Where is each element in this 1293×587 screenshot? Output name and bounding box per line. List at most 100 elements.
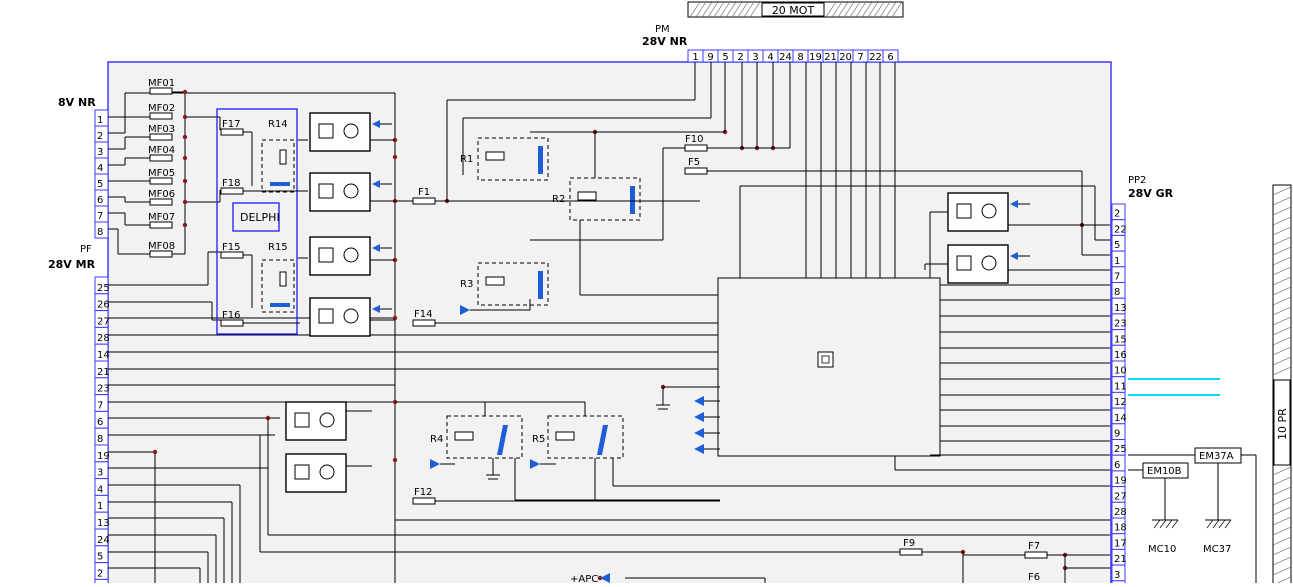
pin-label: 5 — [97, 179, 103, 190]
pin-label: 6 — [97, 195, 103, 206]
fuse-label: F18 — [222, 178, 240, 189]
pp2-name: PP2 — [1128, 175, 1146, 186]
pin-label: 22 — [869, 52, 882, 63]
fuse-label: MF01 — [148, 78, 175, 89]
pin-label: 13 — [97, 518, 110, 529]
fuse-label: MF05 — [148, 168, 175, 179]
chip-icon — [817, 351, 834, 368]
pin-label: 21 — [824, 52, 837, 63]
pin-label: 28 — [1114, 507, 1127, 518]
pin-label: 16 — [1114, 350, 1127, 361]
fuse-label: MF03 — [148, 124, 175, 135]
pp2-pin-strip: 2225178132315161011121492561927281817213… — [1111, 203, 1127, 587]
relay-r15-contact — [270, 303, 290, 307]
pin-label: 2 — [737, 52, 743, 63]
pin-label: 7 — [1114, 272, 1120, 283]
pin-label: 24 — [779, 52, 792, 63]
fuse-label: MF04 — [148, 145, 175, 156]
pp2-voltage: 28V GR — [1128, 187, 1174, 200]
pin-label: 27 — [97, 316, 110, 327]
pin-label: 12 — [1114, 397, 1127, 408]
left-top-pin-strip: 1 2 3 4 5 6 7 8 — [94, 109, 109, 239]
pin-label: 18 — [1114, 523, 1127, 534]
pin-label: 9 — [1114, 429, 1120, 440]
pin-label: 19 — [97, 451, 110, 462]
relay-label: R1 — [460, 154, 473, 165]
apc-label: +APC — [570, 574, 598, 583]
fuse-label: F10 — [685, 134, 703, 145]
relay-label: R14 — [268, 119, 288, 130]
pin-label: 13 — [1114, 303, 1127, 314]
pin-label: 3 — [752, 52, 758, 63]
pin-label: 8 — [97, 434, 103, 445]
pin-label: 1 — [97, 501, 103, 512]
pm-name: PM — [655, 24, 670, 35]
pin-label: 9 — [707, 52, 713, 63]
pin-label: 6 — [887, 52, 893, 63]
pin-label: 15 — [1114, 334, 1127, 345]
relay-r14-coil — [279, 149, 287, 165]
pin-label: 5 — [97, 552, 103, 563]
fuse-label: F12 — [414, 487, 432, 498]
pin-label: 8 — [1114, 287, 1120, 298]
pin-label: 5 — [722, 52, 728, 63]
fuse-label: F5 — [688, 157, 700, 168]
pin-label: 7 — [97, 400, 103, 411]
pin-label: 14 — [1114, 413, 1127, 424]
pin-label: 17 — [1114, 538, 1127, 549]
fuse-label: F17 — [222, 119, 240, 130]
pf-voltage: 28V MR — [48, 258, 96, 271]
pin-label: 25 — [97, 283, 110, 294]
pin-label: 7 — [97, 211, 103, 222]
fuse-label: F9 — [903, 538, 915, 549]
pin-label: 26 — [97, 300, 110, 311]
fuse-label: F14 — [414, 309, 432, 320]
pm-pin-strip: 1 9 5 2 3 4 24 8 19 21 20 7 22 6 — [687, 49, 899, 63]
mc10-label: MC10 — [1148, 544, 1176, 555]
right-connector-label: 10 PR — [1276, 408, 1289, 440]
pin-label: 2 — [1114, 209, 1120, 220]
pin-label: 19 — [1114, 476, 1127, 487]
pin-label: 6 — [1114, 460, 1120, 471]
pin-label: 1 — [692, 52, 698, 63]
pin-label: 6 — [97, 417, 103, 428]
pin-label: 21 — [97, 367, 110, 378]
fuse-label: MF07 — [148, 212, 175, 223]
fuse-label: MF08 — [148, 241, 175, 252]
pin-label: 3 — [97, 147, 103, 158]
pin-label: 24 — [97, 535, 110, 546]
fuse-label: F16 — [222, 310, 240, 321]
top-connector: 20 MOT — [687, 1, 904, 18]
relay-r14-contact — [270, 182, 290, 186]
em37a-label: EM37A — [1199, 451, 1234, 462]
pin-label: 4 — [97, 163, 103, 174]
pin-label: 2 — [97, 131, 103, 142]
delphi-label: DELPHI — [240, 211, 280, 224]
fuse-label: F1 — [418, 187, 430, 198]
fuse-label: MF02 — [148, 103, 175, 114]
relay-label: R5 — [532, 434, 545, 445]
right-connector: 10 PR — [1272, 184, 1292, 586]
pin-label: 7 — [857, 52, 863, 63]
fuse-label: F7 — [1028, 541, 1040, 552]
left-top-voltage: 8V NR — [58, 96, 96, 109]
pin-label: 4 — [767, 52, 773, 63]
fuse-label: MF06 — [148, 189, 175, 200]
pin-label: 21 — [1114, 554, 1127, 565]
pin-label: 25 — [1114, 444, 1127, 455]
pin-label: 11 — [1114, 381, 1127, 392]
schematic-diagram: 20 MOT PM 28V NR 1 9 5 2 3 4 24 8 19 21 20 7 22 6 8V … — [48, 1, 1292, 587]
pin-label: 1 — [97, 115, 103, 126]
pin-label: 22 — [1114, 224, 1127, 235]
em10b-label: EM10B — [1147, 466, 1182, 477]
relay-r15-coil — [279, 271, 287, 287]
pin-label: 3 — [1114, 570, 1120, 581]
pin-label: 14 — [97, 350, 110, 361]
pin-label: 3 — [97, 468, 103, 479]
mc37-label: MC37 — [1203, 544, 1231, 555]
pf-name: PF — [80, 244, 92, 255]
relay-label: R4 — [430, 434, 443, 445]
relay-label: R15 — [268, 242, 288, 253]
pin-label: 1 — [1114, 256, 1120, 267]
pin-label: 2 — [97, 568, 103, 579]
